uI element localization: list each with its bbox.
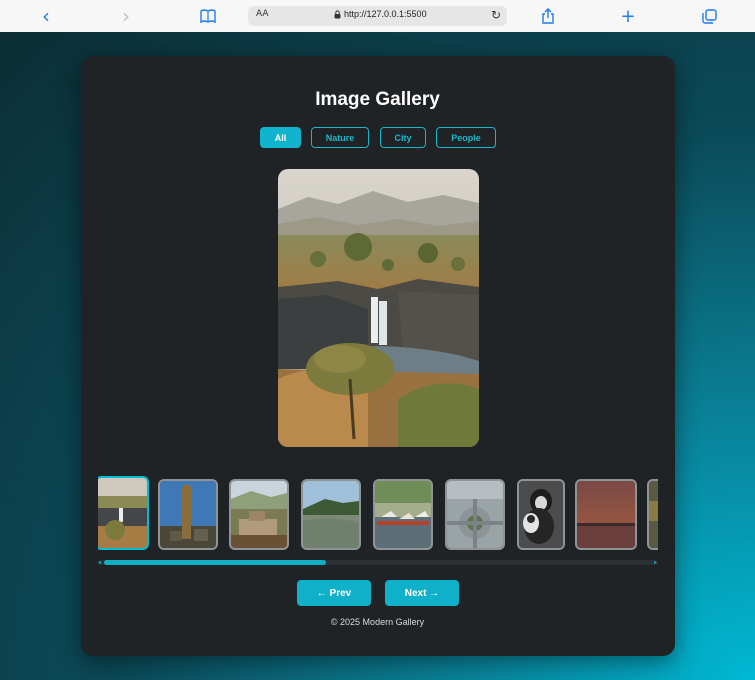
featured-image[interactable] xyxy=(278,169,479,447)
back-button[interactable]: ‹ xyxy=(38,4,54,28)
reload-icon[interactable]: ↻ xyxy=(491,8,501,22)
thumbnail-scrollbar[interactable]: ◂ ▸ xyxy=(98,560,658,566)
tabs-icon xyxy=(701,8,717,24)
scroll-right-icon[interactable]: ▸ xyxy=(654,560,658,566)
thumbnail-monkey[interactable] xyxy=(517,479,565,550)
address-bar[interactable]: AA http://127.0.0.1:5500 ↻ xyxy=(248,6,507,26)
next-button[interactable]: Next → xyxy=(385,580,459,606)
thumbnail-waterfall[interactable] xyxy=(98,476,149,550)
scrollbar-thumb[interactable] xyxy=(104,560,326,565)
prev-button[interactable]: ← Prev xyxy=(297,580,371,606)
bookmarks-button[interactable] xyxy=(199,6,217,26)
forward-button[interactable]: › xyxy=(118,4,134,28)
url-text: http://127.0.0.1:5500 xyxy=(344,9,427,19)
new-tab-button[interactable]: + xyxy=(620,5,636,27)
thumbnail-partial[interactable] xyxy=(647,479,658,550)
book-icon xyxy=(200,9,216,23)
thumbnail-lake[interactable] xyxy=(301,479,361,550)
reader-aa-button[interactable]: AA xyxy=(256,9,269,19)
thumbnail-roundabout[interactable] xyxy=(445,479,505,550)
lock-icon xyxy=(334,10,341,19)
thumbnail-boats[interactable] xyxy=(373,479,433,550)
scroll-left-icon[interactable]: ◂ xyxy=(98,560,102,566)
chevron-right-icon: › xyxy=(122,4,130,28)
filter-people-button[interactable]: People xyxy=(436,127,496,148)
filter-city-button[interactable]: City xyxy=(380,127,426,148)
plus-icon: + xyxy=(620,5,636,27)
thumbnail-castle[interactable] xyxy=(229,479,289,550)
share-icon xyxy=(542,8,554,24)
thumbnail-strip[interactable] xyxy=(98,474,658,556)
thumbnail-obelisk[interactable] xyxy=(158,479,218,550)
filter-all-button[interactable]: All xyxy=(260,127,301,148)
tabs-button[interactable] xyxy=(701,6,717,26)
chevron-left-icon: ‹ xyxy=(42,4,50,28)
footer-text: © 2025 Modern Gallery xyxy=(330,617,425,627)
page-title: Image Gallery xyxy=(315,89,440,110)
browser-toolbar: ‹ › AA http://127.0.0.1:5500 ↻ + xyxy=(0,0,755,33)
share-button[interactable] xyxy=(540,6,556,26)
filter-nature-button[interactable]: Nature xyxy=(311,127,369,148)
thumbnail-sunset[interactable] xyxy=(575,479,637,550)
